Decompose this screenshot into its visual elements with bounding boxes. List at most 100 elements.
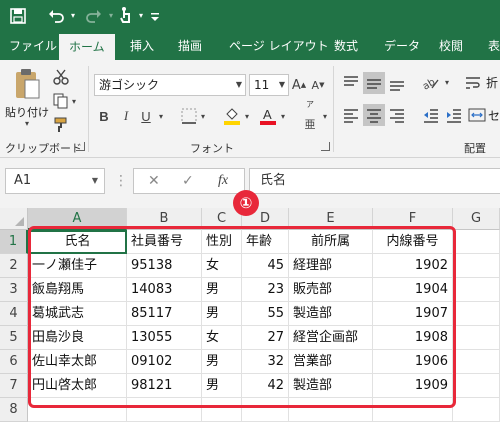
undo-icon[interactable] — [46, 6, 68, 26]
wrap-text-icon[interactable] — [462, 72, 484, 94]
cell-e5[interactable]: 経営企画部 — [289, 326, 373, 350]
column-header-b[interactable]: B — [127, 208, 202, 230]
row-header-3[interactable]: 3 — [0, 278, 28, 302]
enter-icon[interactable]: ✓ — [182, 169, 194, 193]
cell-g3[interactable] — [453, 278, 500, 302]
undo-dropdown-icon[interactable]: ▾ — [68, 6, 78, 26]
drag-handle-icon[interactable]: ⋮ — [114, 172, 128, 190]
clipboard-launcher-icon[interactable] — [76, 142, 85, 151]
touch-mode-icon[interactable] — [118, 6, 136, 26]
row-header-7[interactable]: 7 — [0, 374, 28, 398]
row-header-4[interactable]: 4 — [0, 302, 28, 326]
cell-b5[interactable]: 13055 — [127, 326, 202, 350]
cell-b4[interactable]: 85117 — [127, 302, 202, 326]
cell-g6[interactable] — [453, 350, 500, 374]
tab-formulas[interactable]: 数式 — [334, 32, 358, 60]
cell-a6[interactable]: 佐山幸太郎 — [28, 350, 127, 374]
cell-b2[interactable]: 95138 — [127, 254, 202, 278]
cell-a3[interactable]: 飯島翔馬 — [28, 278, 127, 302]
tab-home[interactable]: ホーム — [59, 34, 115, 60]
cell-b8[interactable] — [127, 398, 202, 422]
tab-file[interactable]: ファイル — [9, 32, 57, 60]
cell-b1[interactable]: 社員番号 — [127, 230, 202, 254]
cell-g2[interactable] — [453, 254, 500, 278]
insert-function-button[interactable]: fx — [218, 169, 228, 193]
cell-a2[interactable]: 一ノ瀬佳子 — [28, 254, 127, 278]
bold-button[interactable]: B — [96, 108, 112, 124]
row-header-2[interactable]: 2 — [0, 254, 28, 278]
fill-color-icon[interactable] — [222, 106, 242, 126]
cell-g4[interactable] — [453, 302, 500, 326]
cell-f7[interactable]: 1909 — [373, 374, 453, 398]
tab-review[interactable]: 校閲 — [439, 32, 463, 60]
cell-d5[interactable]: 27 — [242, 326, 289, 350]
copy-dropdown-icon[interactable]: ▾ — [70, 94, 78, 108]
fill-color-dropdown-icon[interactable]: ▾ — [242, 108, 252, 124]
font-color-icon[interactable]: A — [258, 106, 278, 126]
cell-d3[interactable]: 23 — [242, 278, 289, 302]
cell-a7[interactable]: 円山啓太郎 — [28, 374, 127, 398]
formula-input[interactable]: 氏名 — [249, 168, 500, 194]
row-header-1[interactable]: 1 — [0, 230, 28, 254]
cell-c7[interactable]: 男 — [202, 374, 242, 398]
borders-icon[interactable] — [180, 107, 198, 125]
font-color-dropdown-icon[interactable]: ▾ — [278, 108, 288, 124]
tab-page-layout[interactable]: ページ レイアウト — [229, 32, 329, 60]
cell-d4[interactable]: 55 — [242, 302, 289, 326]
cell-c4[interactable]: 男 — [202, 302, 242, 326]
cell-f4[interactable]: 1907 — [373, 302, 453, 326]
merge-center-icon[interactable] — [466, 104, 488, 126]
cell-b3[interactable]: 14083 — [127, 278, 202, 302]
cell-d1[interactable]: 年齢 — [242, 230, 289, 254]
cut-icon[interactable] — [52, 68, 70, 86]
redo-icon[interactable] — [84, 6, 106, 26]
row-header-6[interactable]: 6 — [0, 350, 28, 374]
cell-g5[interactable] — [453, 326, 500, 350]
cell-e8[interactable] — [289, 398, 373, 422]
row-header-8[interactable]: 8 — [0, 398, 28, 422]
cell-b6[interactable]: 09102 — [127, 350, 202, 374]
wrap-text-label[interactable]: 折 — [486, 74, 498, 91]
align-right-icon[interactable] — [386, 104, 408, 126]
paste-icon[interactable] — [12, 68, 42, 102]
cell-f3[interactable]: 1904 — [373, 278, 453, 302]
cell-e6[interactable]: 営業部 — [289, 350, 373, 374]
shrink-font-icon[interactable]: A ▼ — [310, 76, 326, 94]
column-header-e[interactable]: E — [289, 208, 373, 230]
cell-a4[interactable]: 葛城武志 — [28, 302, 127, 326]
font-size-select[interactable]: 11 ▼ — [249, 74, 289, 96]
row-header-5[interactable]: 5 — [0, 326, 28, 350]
cell-e2[interactable]: 経理部 — [289, 254, 373, 278]
cell-g1[interactable] — [453, 230, 500, 254]
font-launcher-icon[interactable] — [321, 142, 330, 151]
column-header-f[interactable]: F — [373, 208, 453, 230]
tab-data[interactable]: データ — [384, 32, 420, 60]
cell-d7[interactable]: 42 — [242, 374, 289, 398]
cell-c1[interactable]: 性別 — [202, 230, 242, 254]
italic-button[interactable]: I — [118, 108, 134, 124]
merge-center-label[interactable]: セ — [488, 107, 500, 124]
column-header-a[interactable]: A — [28, 208, 127, 230]
paste-dropdown-icon[interactable]: ▾ — [22, 118, 32, 128]
cancel-icon[interactable]: ✕ — [148, 169, 160, 193]
name-box[interactable]: A1 ▼ — [5, 168, 105, 194]
cell-g7[interactable] — [453, 374, 500, 398]
cell-c8[interactable] — [202, 398, 242, 422]
cell-b7[interactable]: 98121 — [127, 374, 202, 398]
phonetic-dropdown-icon[interactable]: ▾ — [320, 108, 330, 124]
select-all-button[interactable] — [0, 208, 28, 230]
cell-e7[interactable]: 製造部 — [289, 374, 373, 398]
tab-insert[interactable]: 挿入 — [130, 32, 154, 60]
column-header-g[interactable]: G — [453, 208, 500, 230]
save-icon[interactable] — [8, 6, 30, 26]
align-top-icon[interactable] — [340, 72, 362, 94]
redo-dropdown-icon[interactable]: ▾ — [106, 6, 116, 26]
increase-indent-icon[interactable] — [443, 104, 465, 126]
cell-c2[interactable]: 女 — [202, 254, 242, 278]
cell-g8[interactable] — [453, 398, 500, 422]
cell-f1[interactable]: 内線番号 — [373, 230, 453, 254]
orientation-dropdown-icon[interactable]: ▾ — [442, 74, 452, 90]
cell-a5[interactable]: 田島沙良 — [28, 326, 127, 350]
cell-d2[interactable]: 45 — [242, 254, 289, 278]
cell-a1[interactable]: 氏名 — [28, 230, 127, 254]
